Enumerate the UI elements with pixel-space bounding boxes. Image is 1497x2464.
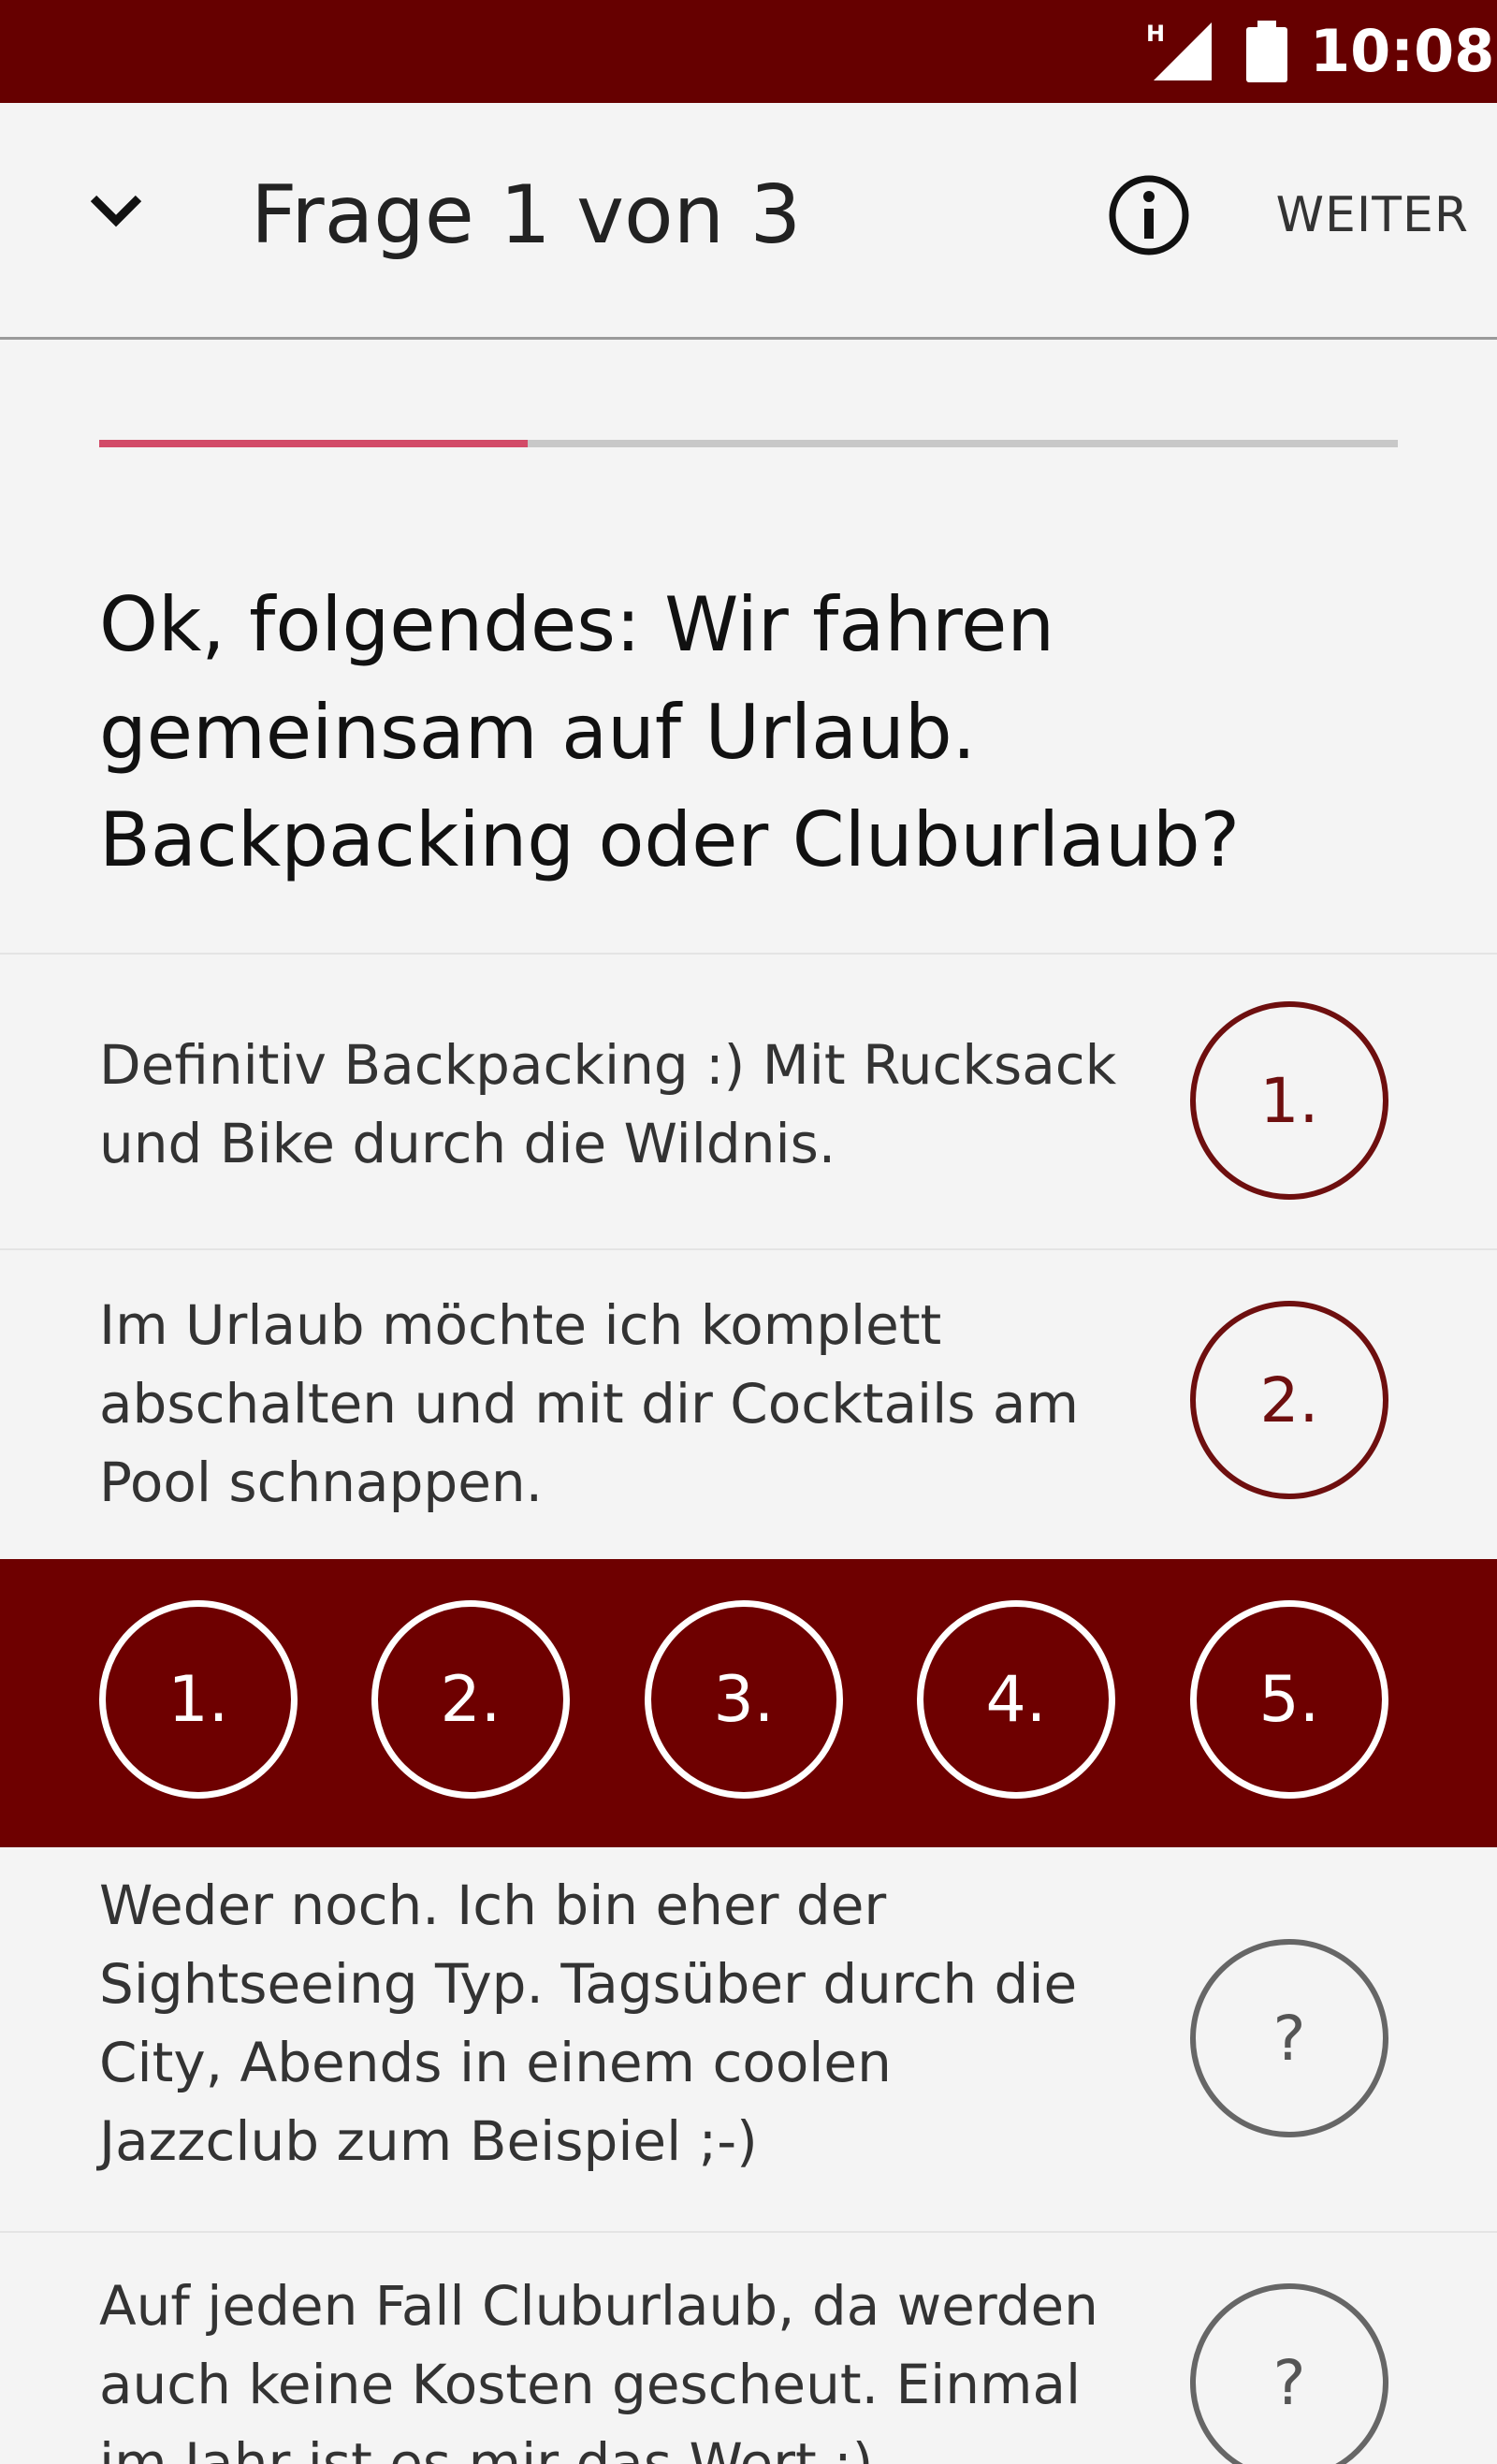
answer-rank-button[interactable]: 2. xyxy=(1190,1301,1388,1499)
answer-item: Auf jeden Fall Cluburlaub, da werden auc… xyxy=(0,2233,1497,2464)
answer-item: Definitiv Backpacking :) Mit Rucksack un… xyxy=(0,955,1497,1248)
answer-text: Weder noch. Ich bin eher der Sightseeing… xyxy=(99,1874,1078,2173)
app-bar: Frage 1 von 3 WEITER xyxy=(0,103,1497,340)
rank-option-1[interactable]: 1. xyxy=(99,1600,298,1799)
chevron-down-icon xyxy=(90,195,142,227)
signal-icon: H xyxy=(1146,21,1212,80)
progress-bar xyxy=(99,440,1398,447)
page-title: Frage 1 von 3 xyxy=(251,168,802,262)
rank-option-5[interactable]: 5. xyxy=(1190,1600,1388,1799)
status-time: 10:08 xyxy=(1310,17,1495,85)
answer-text: Auf jeden Fall Cluburlaub, da werden auc… xyxy=(99,2274,1098,2464)
progress-fill xyxy=(99,440,529,447)
answer-text: Definitiv Backpacking :) Mit Rucksack un… xyxy=(99,1033,1117,1175)
answer-rank-button[interactable]: ? xyxy=(1190,1939,1388,2137)
collapse-button[interactable] xyxy=(75,168,157,251)
rank-option-2[interactable]: 2. xyxy=(371,1600,570,1799)
info-icon xyxy=(1109,175,1189,255)
status-bar: H 10:08 xyxy=(0,0,1497,103)
question-text: Ok, folgendes: Wir fahren gemeinsam auf … xyxy=(99,581,1241,883)
rank-selector: 1. 2. 3. 4. 5. xyxy=(0,1559,1497,1847)
rank-option-3[interactable]: 3. xyxy=(645,1600,843,1799)
next-button[interactable]: WEITER xyxy=(1272,187,1469,243)
answer-rank-button[interactable]: 1. xyxy=(1190,1001,1388,1200)
answer-text: Im Urlaub möchte ich komplett abschalten… xyxy=(99,1293,1079,1514)
battery-icon xyxy=(1246,21,1287,82)
answer-item: Weder noch. Ich bin eher der Sightseeing… xyxy=(0,1847,1497,2231)
answer-item: Im Urlaub möchte ich komplett abschalten… xyxy=(0,1250,1497,1559)
rank-option-4[interactable]: 4. xyxy=(917,1600,1115,1799)
network-type-label: H xyxy=(1146,21,1165,47)
answer-rank-button[interactable]: ? xyxy=(1190,2283,1388,2464)
info-button[interactable] xyxy=(1104,170,1194,260)
